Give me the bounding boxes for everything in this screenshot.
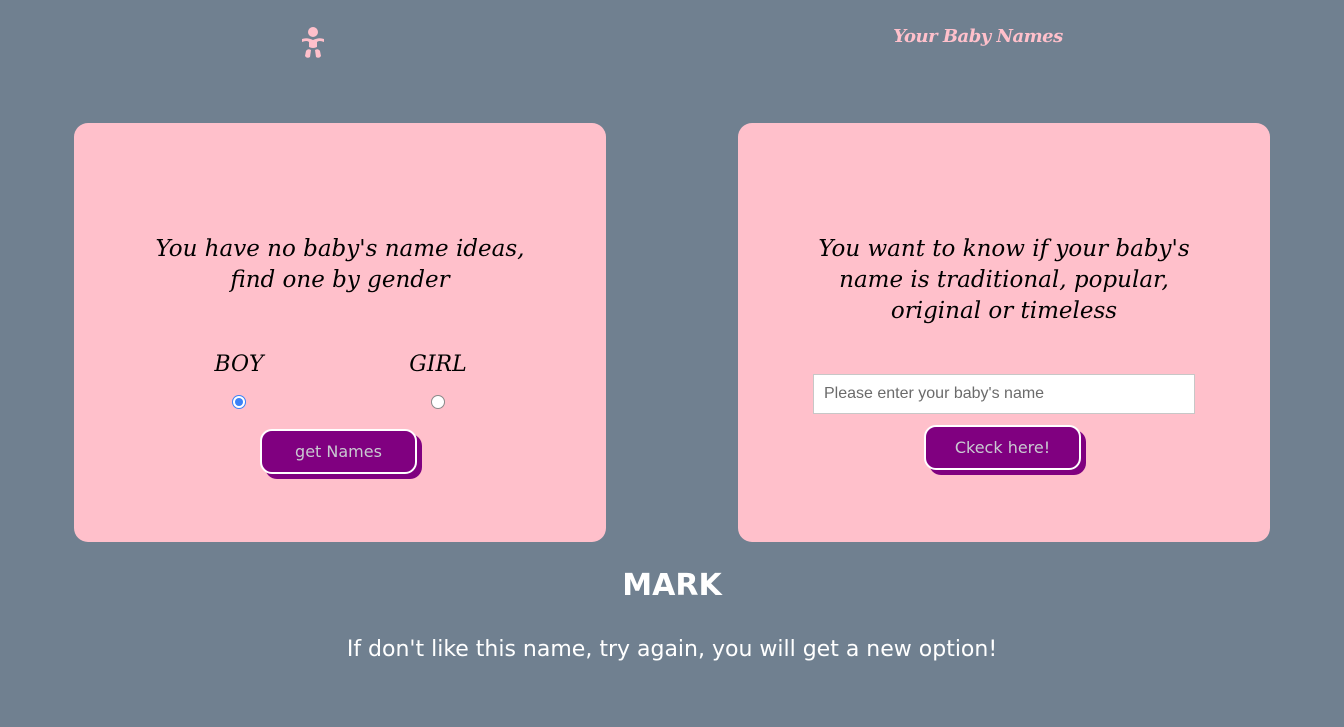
retry-hint: If don't like this name, try again, you … [346, 637, 998, 662]
site-title[interactable]: Your Baby Names [880, 26, 1076, 47]
baby-name-input[interactable] [813, 374, 1195, 414]
get-names-button-wrap: get Names [260, 429, 422, 479]
check-button-wrap: Ckeck here! [924, 425, 1086, 475]
check-here-button[interactable]: Ckeck here! [924, 425, 1081, 470]
check-card-heading: You want to know if your baby's name is … [818, 236, 1190, 324]
header: Your Baby Names [0, 0, 1344, 90]
result-name: MARK [622, 568, 722, 603]
boy-label: BOY [214, 352, 264, 377]
girl-label: GIRL [409, 352, 467, 377]
boy-radio[interactable] [232, 395, 246, 409]
check-name-card: You want to know if your baby's name is … [738, 123, 1270, 542]
gender-card-heading: You have no baby's name ideas, find one … [155, 236, 525, 293]
get-names-button[interactable]: get Names [260, 429, 417, 474]
baby-icon[interactable] [299, 26, 327, 60]
gender-card: You have no baby's name ideas, find one … [74, 123, 606, 542]
girl-radio[interactable] [431, 395, 445, 409]
